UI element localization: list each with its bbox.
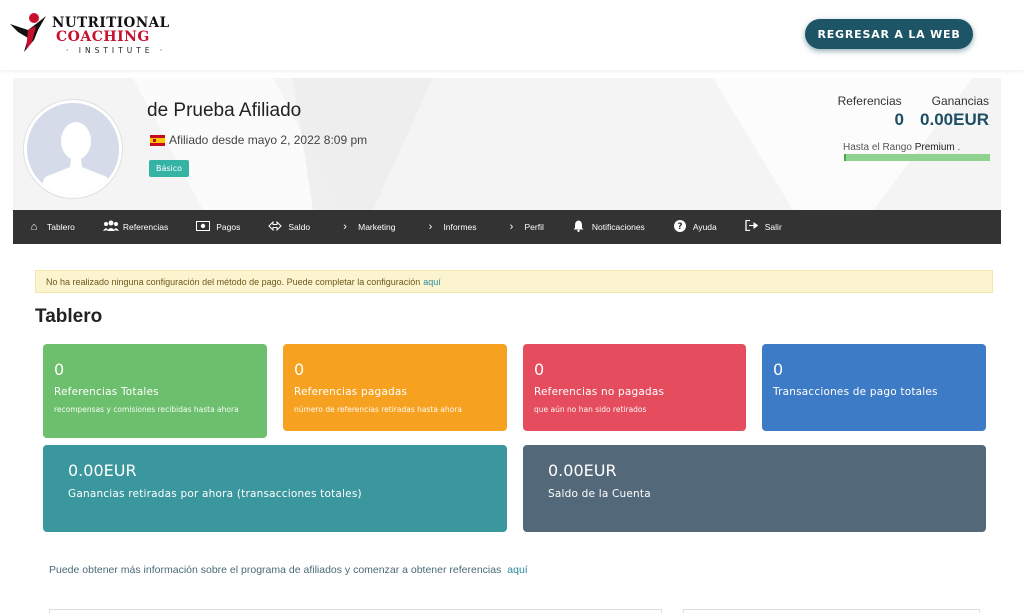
nav-item-label: Saldo xyxy=(288,222,311,232)
card-value: 0 xyxy=(294,360,305,379)
card-label: Referencias Totales xyxy=(54,386,159,398)
info-link[interactable]: aquí xyxy=(507,564,527,576)
nav-item-marketing[interactable]: › Marketing xyxy=(324,210,409,244)
card-value: 0.00EUR xyxy=(68,461,137,480)
payment-setup-alert: No ha realizado ninguna configuración de… xyxy=(35,270,993,293)
card-value: 0 xyxy=(54,360,65,379)
top-header: NUTRITIONAL COACHING · INSTITUTE · REGRE… xyxy=(0,0,1024,70)
rank-progress-fill xyxy=(844,154,846,161)
main-nav: ⌂ Tablero Referencias Pagos Saldo › Mark… xyxy=(13,210,1001,244)
info-text: Puede obtener más información sobre el p… xyxy=(49,564,502,576)
exchange-icon xyxy=(268,220,283,234)
alert-setup-link[interactable]: aquí xyxy=(423,277,441,287)
rank-progress-bar xyxy=(844,154,990,161)
logo-figure-icon xyxy=(10,13,46,52)
logo-text-coaching: COACHING xyxy=(56,29,150,45)
card-label: Transacciones de pago totales xyxy=(773,386,938,398)
nav-item-salir[interactable]: Salir xyxy=(731,210,796,244)
nav-item-saldo[interactable]: Saldo xyxy=(254,210,324,244)
nav-item-label: Tablero xyxy=(47,222,75,232)
chevron-right-icon: › xyxy=(343,221,347,233)
affiliate-since: Afiliado desde mayo 2, 2022 8:09 pm xyxy=(150,133,367,147)
card-subtitle: recompensas y comisiones recibidas hasta… xyxy=(54,405,239,414)
nav-item-notificaciones[interactable]: Notificaciones xyxy=(558,210,659,244)
card-value: 0 xyxy=(534,360,545,379)
earnings-stat-label: Ganancias xyxy=(931,94,989,108)
content-panel-right xyxy=(683,609,980,613)
affiliate-program-info: Puede obtener más información sobre el p… xyxy=(49,564,528,576)
question-icon: ? xyxy=(673,219,687,235)
card-subtitle: que aún no han sido retirados xyxy=(534,405,647,414)
account-balance-card: 0.00EUR Saldo de la Cuenta xyxy=(523,445,986,532)
total-transactions-card: 0 Transacciones de pago totales xyxy=(762,344,986,431)
nav-item-label: Referencias xyxy=(122,222,169,232)
site-logo[interactable]: NUTRITIONAL COACHING · INSTITUTE · xyxy=(6,10,176,58)
content-panel-left xyxy=(49,609,662,613)
rank-prefix: Hasta el Rango xyxy=(843,142,912,153)
chevron-right-icon: › xyxy=(509,221,514,233)
nav-item-perfil[interactable]: › Perfil xyxy=(491,210,558,244)
sign-out-icon xyxy=(745,219,759,234)
rank-name: Premium xyxy=(914,142,955,153)
rank-progress-label: Hasta el Rango Premium . xyxy=(843,142,989,153)
paid-referrals-card: 0 Referencias pagadas número de referenc… xyxy=(283,344,507,431)
nav-item-label: Perfil xyxy=(524,222,544,232)
referrals-stat-label: Referencias xyxy=(837,94,902,108)
card-subtitle: número de referencias retiradas hasta ah… xyxy=(294,405,462,414)
nav-item-referencias[interactable]: Referencias xyxy=(89,210,182,244)
card-value: 0.00EUR xyxy=(548,461,617,480)
total-referrals-card: 0 Referencias Totales recompensas y comi… xyxy=(43,344,267,438)
avatar[interactable] xyxy=(24,100,122,198)
money-icon xyxy=(196,220,211,234)
nav-item-label: Pagos xyxy=(216,222,241,232)
nav-item-label: Marketing xyxy=(358,222,396,232)
nav-item-label: Informes xyxy=(443,222,477,232)
membership-badge: Básico xyxy=(149,160,190,177)
profile-stats: Referencias Ganancias 0 0.00EUR xyxy=(819,94,989,130)
card-label: Saldo de la Cuenta xyxy=(548,488,651,500)
nav-item-label: Salir xyxy=(764,222,782,232)
referrals-stat-value: 0 xyxy=(894,110,905,129)
card-label: Referencias pagadas xyxy=(294,386,408,398)
nav-item-informes[interactable]: › Informes xyxy=(409,210,490,244)
unpaid-referrals-card: 0 Referencias no pagadas que aún no han … xyxy=(523,344,746,431)
svg-text:?: ? xyxy=(677,222,682,232)
card-label: Ganancias retiradas por ahora (transacci… xyxy=(68,488,362,500)
card-value: 0 xyxy=(773,360,784,379)
withdrawn-earnings-card: 0.00EUR Ganancias retiradas por ahora (t… xyxy=(43,445,507,532)
affiliate-name: de Prueba Afiliado xyxy=(147,100,302,121)
card-label: Referencias no pagadas xyxy=(534,386,665,398)
affiliate-since-text: Afiliado desde mayo 2, 2022 8:09 pm xyxy=(169,133,368,147)
bell-icon xyxy=(572,220,586,235)
page-title: Tablero xyxy=(35,306,103,327)
nav-item-pagos[interactable]: Pagos xyxy=(182,210,254,244)
nav-item-label: Ayuda xyxy=(692,222,717,232)
earnings-stat-value: 0.00EUR xyxy=(920,110,989,129)
rank-suffix: . xyxy=(954,142,961,153)
logo-text-institute: · INSTITUTE · xyxy=(66,46,167,55)
home-icon: ⌂ xyxy=(30,221,38,233)
nav-item-label: Notificaciones xyxy=(591,222,645,232)
chevron-right-icon: › xyxy=(428,221,433,233)
spain-flag-icon xyxy=(150,134,165,146)
users-icon xyxy=(102,220,119,234)
back-to-web-button[interactable]: REGRESAR A LA WEB xyxy=(805,19,973,49)
alert-text: No ha realizado ninguna configuración de… xyxy=(46,276,421,287)
nav-item-tablero[interactable]: ⌂ Tablero xyxy=(13,210,89,244)
profile-hero: de Prueba Afiliado Afiliado desde mayo 2… xyxy=(13,78,1001,210)
nav-item-ayuda[interactable]: ? Ayuda xyxy=(659,210,731,244)
